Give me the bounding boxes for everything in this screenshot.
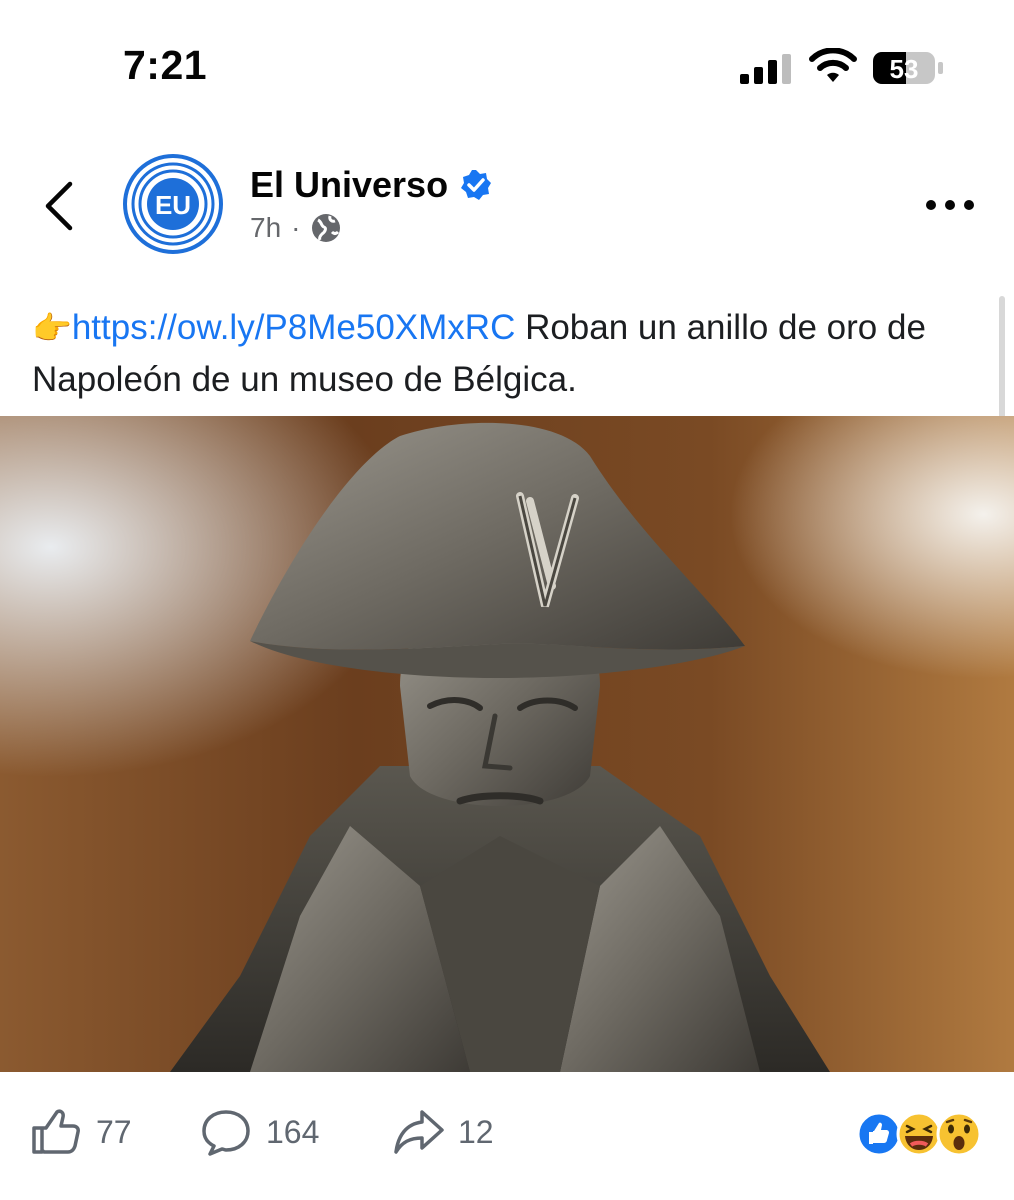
napoleon-figurine-photo (0, 416, 1014, 1072)
like-reaction-icon (856, 1111, 902, 1157)
share-count: 12 (458, 1113, 494, 1150)
share-icon (394, 1110, 444, 1154)
verified-badge-icon (461, 170, 492, 200)
comment-button[interactable]: 164 (200, 1108, 319, 1156)
like-button[interactable]: 77 (30, 1108, 132, 1156)
more-options-icon[interactable] (924, 195, 976, 215)
comment-icon (202, 1110, 250, 1156)
page-name[interactable]: El Universo (250, 164, 448, 206)
meta-separator: · (291, 212, 301, 243)
post-link[interactable]: https://ow.ly/P8Me50XMxRC (72, 308, 516, 347)
cellular-signal-icon (740, 54, 791, 84)
status-time: 7:21 (123, 42, 208, 88)
haha-reaction-icon (896, 1111, 942, 1157)
share-button[interactable]: 12 (392, 1108, 494, 1156)
page-avatar[interactable]: EU (123, 154, 223, 254)
back-chevron-icon[interactable] (40, 178, 80, 234)
pointing-finger-emoji: 👉 (32, 310, 72, 346)
post-meta: 7h · (250, 212, 342, 244)
like-count: 77 (96, 1113, 132, 1150)
page-name-row[interactable]: El Universo (250, 164, 492, 206)
avatar-initials: EU (155, 190, 191, 220)
battery-level: 53 (890, 54, 919, 84)
comment-count: 164 (266, 1113, 320, 1150)
wow-reaction-icon (936, 1111, 982, 1157)
post-text: 👉https://ow.ly/P8Me50XMxRC Roban un anil… (32, 302, 972, 406)
globe-icon (312, 214, 341, 242)
post-timestamp[interactable]: 7h (250, 212, 281, 244)
post-image[interactable] (0, 416, 1014, 1072)
reactions-summary[interactable] (855, 1110, 985, 1158)
wifi-icon (809, 48, 857, 82)
like-icon (32, 1109, 80, 1154)
battery-icon: 53 (873, 52, 943, 84)
